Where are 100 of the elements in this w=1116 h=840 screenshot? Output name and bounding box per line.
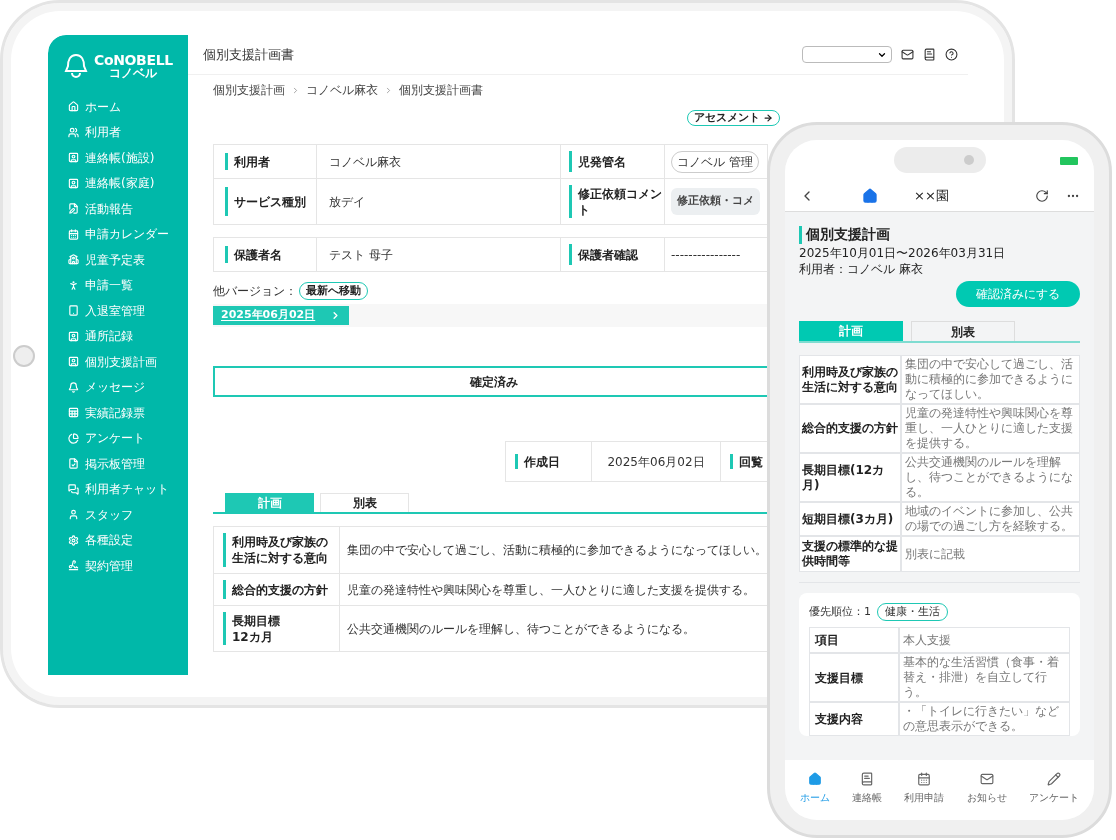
- bottom-nav-item[interactable]: 連絡帳: [852, 772, 883, 805]
- house-icon: [861, 187, 878, 204]
- breadcrumb-link[interactable]: 個別支援計画: [213, 81, 285, 99]
- sidebar-item[interactable]: メッセージ: [68, 374, 188, 400]
- logo-subtitle: コノベル: [109, 66, 158, 80]
- table-cell-text: 2025年06月02日: [607, 453, 705, 471]
- comment-button[interactable]: 修正依頼・コメ: [671, 188, 760, 215]
- file-check-icon: [68, 458, 79, 470]
- table-cell-text: 基本的な生活習慣（食事・着替え・排泄）を自立して行う。: [903, 655, 1060, 700]
- page-title: 個別支援計画書: [203, 45, 294, 64]
- table-cell-text: 児童の発達特性や興味関心を尊重し、一人ひとりに適した支援を提供する。: [347, 581, 755, 599]
- people-icon: [68, 126, 79, 138]
- field-label: 回覧: [739, 453, 763, 470]
- field-label: 作成日: [524, 453, 560, 470]
- plan-period: 2025年10月01日〜2026年03月31日: [799, 245, 1007, 261]
- sidebar-item[interactable]: 実績記録票: [68, 400, 188, 426]
- sidebar-item[interactable]: ホーム: [68, 94, 188, 120]
- table-icon: [68, 407, 79, 419]
- bell-icon: [68, 381, 79, 393]
- row-label: 総合的支援の方針: [802, 421, 898, 436]
- sidebar-item[interactable]: 個別支援計画: [68, 349, 188, 375]
- table-cell-text: 児童の発達特性や興味関心を尊重し、一人ひとりに適した支援を提供する。: [905, 406, 1074, 451]
- sidebar-item[interactable]: 申請一覧: [68, 272, 188, 298]
- chevron-icon: [291, 85, 300, 95]
- row-label: 総合的支援の方針: [232, 581, 328, 598]
- arrow-icon: [763, 113, 773, 123]
- sidebar-item[interactable]: 連絡帳(家庭): [68, 170, 188, 196]
- logo-text: CoNOBELL: [94, 52, 173, 67]
- school-icon: [68, 254, 79, 266]
- chevron-icon: [384, 85, 393, 95]
- pencil-icon: [1046, 772, 1061, 786]
- row-label: 項目: [815, 632, 839, 649]
- contact-card-icon: [68, 152, 79, 164]
- sidebar-item[interactable]: 連絡帳(施設): [68, 145, 188, 171]
- book-icon: [860, 772, 875, 786]
- bottom-nav-item[interactable]: ホーム: [800, 772, 831, 805]
- table-cell-text: ----------------: [671, 246, 741, 264]
- table-cell-text: 別表に記載: [905, 546, 965, 562]
- tab[interactable]: 計画: [799, 321, 903, 341]
- row-label: 支援目標: [815, 669, 863, 687]
- calendar-icon: [68, 228, 79, 240]
- battery-icon: [1060, 157, 1078, 165]
- mail-icon[interactable]: [901, 48, 914, 61]
- field-label: 利用者: [234, 153, 270, 170]
- table-cell-text: 公共交通機関のルールを理解し、待つことができるようになる。: [347, 620, 695, 638]
- version-date-button[interactable]: 2025年06月02日: [213, 306, 349, 325]
- breadcrumb-link[interactable]: 個別支援計画書: [399, 81, 483, 99]
- version-label: 他バージョン：: [213, 283, 297, 300]
- table-cell-text: テスト 母子: [329, 246, 393, 264]
- chat-icon: [68, 483, 79, 495]
- priority-label: 優先順位：1: [809, 603, 871, 620]
- sidebar-item[interactable]: 通所記録: [68, 323, 188, 349]
- table-cell-text: コノベル麻衣: [329, 153, 401, 171]
- sidebar-item[interactable]: 児童予定表: [68, 247, 188, 273]
- table-cell-text: 集団の中で安心して過ごし、活動に積極的に参加できるようになってほしい。: [905, 357, 1074, 402]
- sidebar-item[interactable]: スタッフ: [68, 502, 188, 528]
- plan-title: 個別支援計画: [806, 225, 890, 244]
- contact-card-icon: [68, 177, 79, 189]
- contact-card-icon: [68, 330, 79, 342]
- sidebar-item[interactable]: 申請カレンダー: [68, 221, 188, 247]
- breadcrumb-link[interactable]: コノベル麻衣: [306, 81, 378, 99]
- bell-logo-icon: [64, 53, 88, 79]
- sidebar-item[interactable]: 掲示板管理: [68, 451, 188, 477]
- row-label: 長期目標 12カ月: [232, 612, 280, 645]
- sidebar-item[interactable]: 活動報告: [68, 196, 188, 222]
- sidebar-item[interactable]: 利用者: [68, 119, 188, 145]
- signature-icon: [68, 560, 79, 572]
- confirm-button[interactable]: 確認済みにする: [956, 281, 1080, 307]
- row-label: 利用時及び家族の生活に対する意向: [232, 534, 329, 566]
- table-cell-text: 集団の中で安心して過ごし、活動に積極的に参加できるようになってほしい。: [347, 542, 767, 559]
- sidebar-item[interactable]: 入退室管理: [68, 298, 188, 324]
- nav-title: ××園: [914, 186, 949, 205]
- sidebar-item[interactable]: 各種設定: [68, 527, 188, 553]
- settings-icon: [68, 534, 79, 546]
- mail-icon: [979, 772, 994, 786]
- field-label: 児発管名: [578, 153, 626, 170]
- sidebar-item[interactable]: 利用者チャット: [68, 476, 188, 502]
- plan-user: 利用者：コノベル 麻衣: [799, 261, 924, 277]
- select-field[interactable]: [802, 46, 892, 63]
- bottom-nav-item[interactable]: お知らせ: [966, 772, 1007, 805]
- help-icon[interactable]: [945, 48, 958, 61]
- refresh-icon[interactable]: [1035, 188, 1050, 203]
- row-label: 支援の標準的な提供時間等: [802, 539, 898, 569]
- chevron-icon: [330, 310, 341, 321]
- tab[interactable]: 計画: [225, 493, 314, 512]
- table-cell-text: ・「トイレに行きたい」などの意思表示ができる。: [903, 704, 1060, 734]
- field-label: 保護者名: [234, 246, 282, 263]
- file-pen-icon: [68, 203, 79, 215]
- table-cell-text: 本人支援: [903, 632, 951, 648]
- book-icon[interactable]: [923, 48, 936, 61]
- tab[interactable]: 別表: [911, 321, 1015, 341]
- row-label: 支援内容: [815, 711, 863, 728]
- bottom-nav-item[interactable]: アンケート: [1028, 772, 1079, 805]
- contact-card-icon: [68, 356, 79, 368]
- table-cell-text: 放デイ: [329, 193, 365, 211]
- sidebar-item[interactable]: アンケート: [68, 425, 188, 451]
- tab[interactable]: 別表: [320, 493, 409, 512]
- row-label: 長期目標(12カ月): [802, 462, 886, 493]
- bottom-nav-item[interactable]: 利用申請: [904, 772, 945, 805]
- sidebar-item[interactable]: 契約管理: [68, 553, 188, 579]
